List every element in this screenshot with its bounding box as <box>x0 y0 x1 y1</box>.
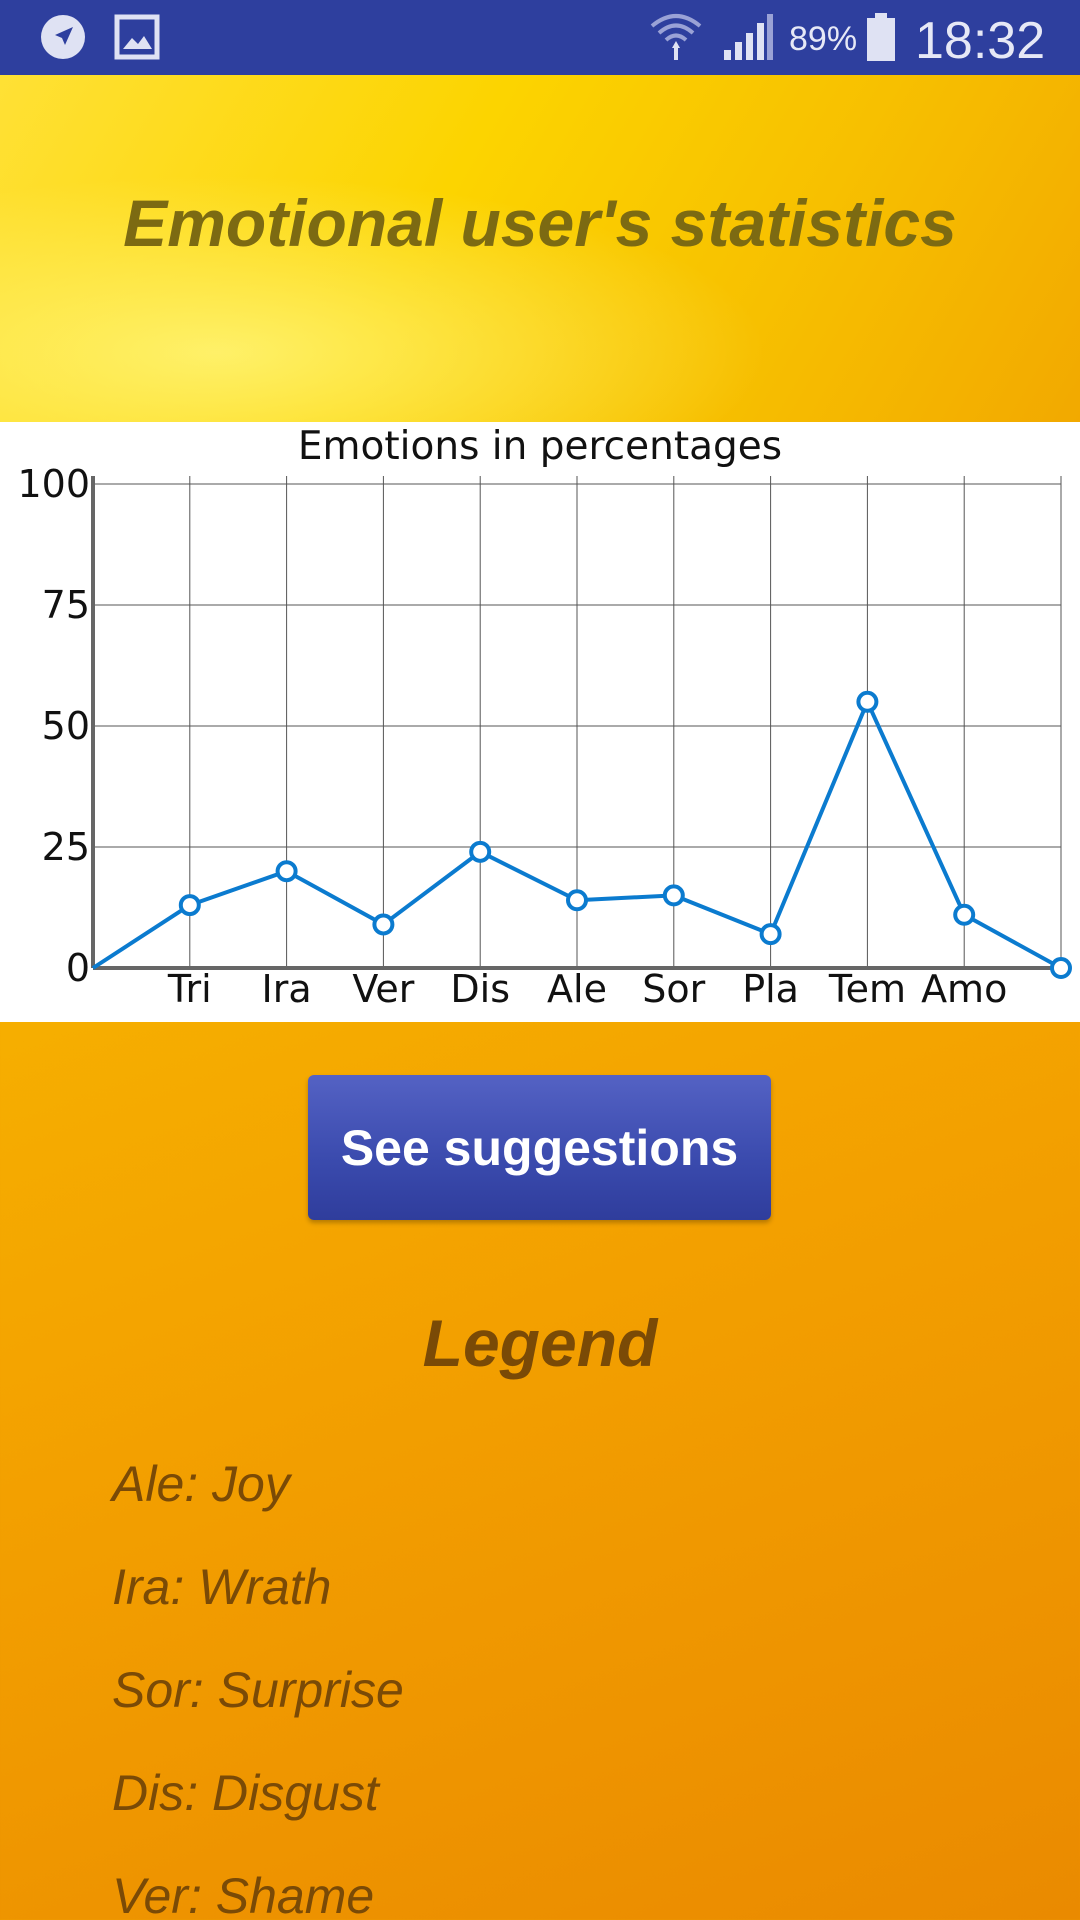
data-point <box>856 690 879 713</box>
data-point <box>372 913 395 936</box>
data-point <box>953 903 976 926</box>
x-tick-label: Pla <box>742 967 799 1011</box>
x-tick-label: Tem <box>828 967 906 1011</box>
x-tick-label: Ira <box>262 967 312 1011</box>
y-tick-label: 50 <box>42 704 90 748</box>
x-tick-label: Ver <box>352 967 414 1011</box>
y-tick-label: 75 <box>42 583 90 627</box>
x-tick-label: Ale <box>547 967 607 1011</box>
legend-title: Legend <box>422 1306 658 1380</box>
legend-item: Ale: Joy <box>112 1456 290 1512</box>
y-tick-label: 25 <box>42 825 90 869</box>
legend-list: Ale: Joy Ira: Wrath Sor: Surprise Dis: D… <box>112 1452 404 1920</box>
y-tick-label: 100 <box>17 462 90 506</box>
status-bar: 89% 18:32 <box>0 0 1080 75</box>
page-title: Emotional user's statistics <box>123 186 957 260</box>
data-point <box>469 840 492 863</box>
data-point <box>662 884 685 907</box>
emotions-line-chart: 0 25 50 75 100 Tri Ira Ver Dis Ale Sor Pla Tem Amo <box>17 462 1072 1011</box>
data-point <box>759 923 782 946</box>
legend-item: Sor: Surprise <box>112 1662 404 1718</box>
legend-item: Ver: Shame <box>112 1868 375 1920</box>
see-suggestions-button[interactable]: See suggestions <box>308 1075 771 1220</box>
x-tick-label: Amo <box>921 967 1007 1011</box>
battery-icon <box>867 13 895 61</box>
header-banner: Emotional user's statistics <box>0 75 1080 422</box>
wifi-icon <box>650 14 702 60</box>
data-point <box>178 894 201 917</box>
data-point <box>566 889 588 912</box>
x-tick-label: Tri <box>167 967 212 1011</box>
image-icon <box>114 14 160 60</box>
clock: 18:32 <box>915 12 1046 70</box>
battery-percentage: 89% <box>789 20 858 58</box>
data-point <box>1050 957 1072 979</box>
legend-item: Dis: Disgust <box>112 1765 379 1821</box>
signal-icon <box>724 14 773 60</box>
y-tick-label: 0 <box>66 946 90 990</box>
legend-item: Ira: Wrath <box>112 1559 332 1615</box>
x-tick-label: Dis <box>450 967 510 1011</box>
x-tick-label: Sor <box>642 967 705 1011</box>
data-point <box>275 860 298 883</box>
navigation-icon <box>41 15 85 59</box>
